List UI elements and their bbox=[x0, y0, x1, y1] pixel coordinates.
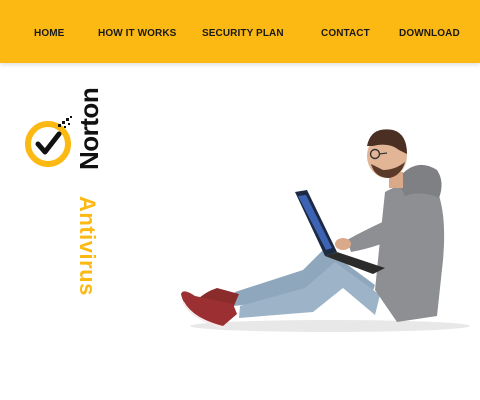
checkmark-seal-icon bbox=[25, 116, 72, 167]
nav-download-link[interactable]: DOWNLOAD bbox=[399, 28, 460, 39]
nav-home-link[interactable]: HOME bbox=[34, 28, 64, 39]
nav-security-plan-link[interactable]: SECURITY PLAN bbox=[202, 28, 284, 39]
logo-product-text: Antivirus bbox=[75, 196, 100, 296]
nav-contact-link[interactable]: CONTACT bbox=[321, 28, 370, 39]
top-navigation-bar: HOME HOW IT WORKS SECURITY PLAN CONTACT … bbox=[0, 0, 480, 63]
logo-brand-text: Norton bbox=[74, 87, 104, 170]
nav-how-it-works-link[interactable]: HOW IT WORKS bbox=[98, 28, 176, 39]
norton-antivirus-logo: Norton Antivirus bbox=[22, 88, 104, 314]
man-with-laptop-illustration bbox=[181, 129, 470, 332]
hero-illustration bbox=[175, 120, 480, 340]
